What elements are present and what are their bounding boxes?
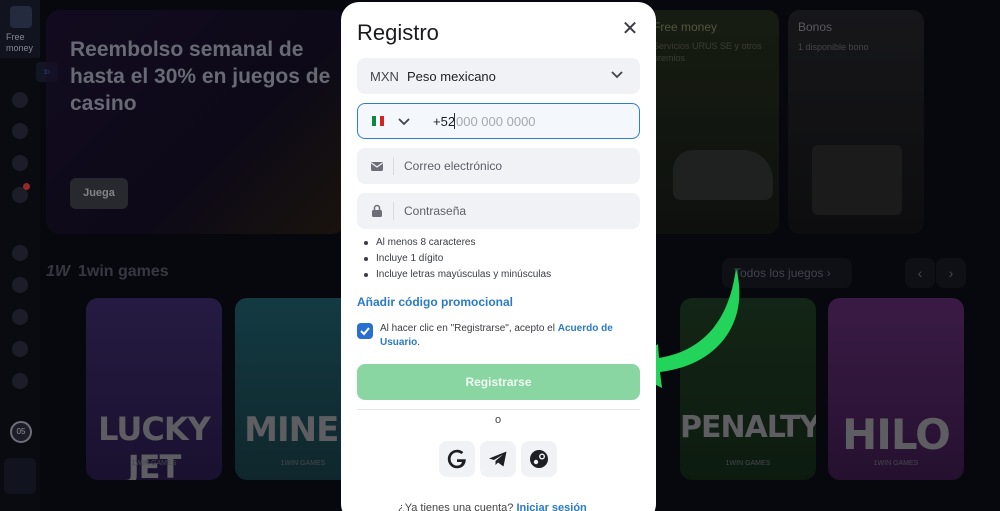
password-rules: Al menos 8 caracteres Incluye 1 dígito I…: [361, 235, 641, 283]
phone-input[interactable]: 000 000 0000: [456, 114, 536, 129]
currency-select[interactable]: MXN Peso mexicano: [357, 58, 640, 94]
register-button[interactable]: Registrarse: [357, 364, 640, 400]
password-rule: Incluye 1 dígito: [361, 251, 641, 267]
phone-field[interactable]: +52 000 000 0000: [357, 103, 640, 139]
divider: [393, 202, 394, 220]
google-icon: [447, 449, 466, 469]
email-input[interactable]: Correo electrónico: [404, 159, 502, 173]
consent-label: Al hacer clic en "Registrarse", acepto e…: [380, 323, 555, 334]
modal-title: Registro: [357, 20, 439, 45]
password-rule: Incluye letras mayúsculas y minúsculas: [361, 267, 641, 283]
mail-icon: [371, 162, 383, 171]
login-link[interactable]: Iniciar sesión: [516, 502, 586, 511]
checkmark-icon: [360, 327, 370, 336]
login-prompt-text: ¿Ya tienes una cuenta?: [398, 502, 514, 511]
divider: [357, 409, 640, 410]
currency-code: MXN: [370, 69, 399, 84]
registration-modal: Registro ✕ MXN Peso mexicano +52 000 000…: [341, 2, 656, 511]
close-icon[interactable]: ✕: [619, 18, 641, 40]
consent-end: .: [417, 337, 421, 348]
currency-name: Peso mexicano: [407, 69, 496, 84]
divider: [393, 157, 394, 175]
password-rule: Al menos 8 caracteres: [361, 235, 641, 251]
telegram-icon: [489, 451, 507, 467]
phone-prefix: +52: [433, 114, 456, 129]
password-field[interactable]: Contraseña: [357, 193, 640, 229]
consent-checkbox[interactable]: [357, 323, 373, 339]
email-field[interactable]: Correo electrónico: [357, 148, 640, 184]
password-input[interactable]: Contraseña: [404, 204, 466, 218]
steam-icon: [530, 450, 548, 468]
telegram-login-button[interactable]: [480, 441, 516, 477]
google-login-button[interactable]: [439, 441, 475, 477]
steam-login-button[interactable]: [521, 441, 557, 477]
chevron-down-icon[interactable]: [398, 115, 410, 127]
chevron-down-icon: [611, 71, 623, 79]
mexico-flag-icon: [372, 116, 384, 126]
login-prompt: ¿Ya tienes una cuenta? Iniciar sesión: [398, 502, 587, 511]
lock-icon: [372, 204, 382, 217]
text-cursor: [454, 113, 455, 129]
add-promo-code-link[interactable]: Añadir código promocional: [357, 295, 513, 309]
or-label: o: [491, 414, 506, 426]
consent-text: Al hacer clic en "Registrarse", acepto e…: [380, 322, 645, 350]
